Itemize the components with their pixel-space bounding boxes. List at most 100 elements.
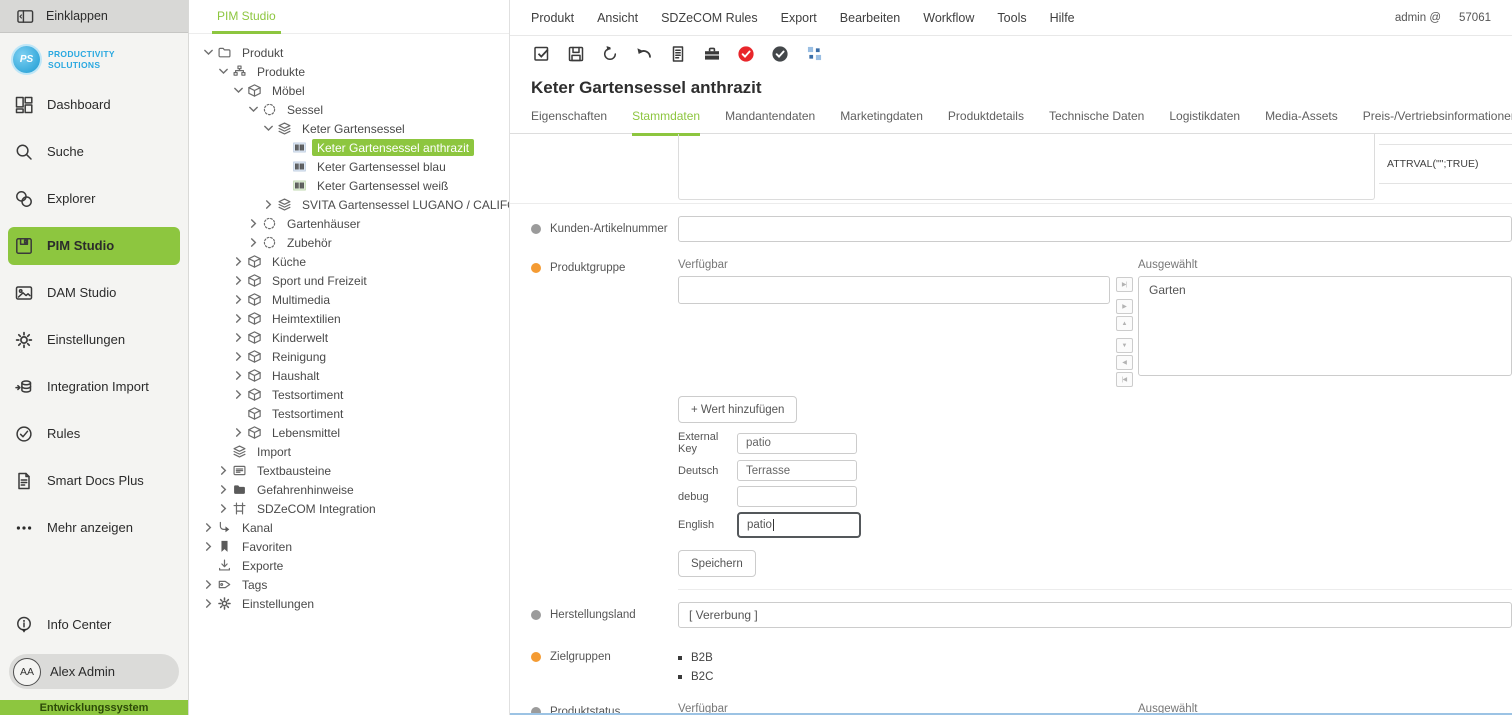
value-field-input[interactable]: patio	[737, 512, 861, 538]
transfer-button[interactable]: ▶|	[1116, 277, 1133, 292]
chevron-down-icon[interactable]	[232, 84, 247, 97]
formula-textarea[interactable]	[678, 134, 1375, 200]
value-field-input[interactable]: Terrasse	[737, 460, 857, 481]
tree-item[interactable]: Keter Gartensessel	[189, 119, 509, 138]
menu-item[interactable]: Hilfe	[1050, 11, 1075, 25]
sidebar-item[interactable]: Integration Import	[8, 368, 180, 406]
chevron-right-icon[interactable]	[202, 540, 217, 553]
chevron-right-icon[interactable]	[202, 597, 217, 610]
toolbar-button[interactable]	[734, 42, 758, 66]
tab[interactable]: Stammdaten	[632, 109, 700, 133]
tree-item[interactable]: Heimtextilien	[189, 309, 509, 328]
tree-item[interactable]: Favoriten	[189, 537, 509, 556]
tree-item[interactable]: Testsortiment	[189, 404, 509, 423]
menu-item[interactable]: Produkt	[531, 11, 574, 25]
list-option[interactable]: Garten	[1139, 277, 1511, 303]
tree-item[interactable]: Keter Gartensessel blau	[189, 157, 509, 176]
menu-item[interactable]: SDZeCOM Rules	[661, 11, 758, 25]
save-button[interactable]: Speichern	[678, 550, 756, 577]
kunden-artikelnummer-input[interactable]	[678, 216, 1512, 242]
sidebar-item[interactable]: Dashboard	[8, 86, 180, 124]
chevron-right-icon[interactable]	[202, 578, 217, 591]
menu-item[interactable]: Export	[781, 11, 817, 25]
chevron-right-icon[interactable]	[217, 502, 232, 515]
produktgruppe-selected-listbox[interactable]: Garten	[1138, 276, 1512, 376]
toolbar-button[interactable]	[768, 42, 792, 66]
sidebar-item[interactable]: Einstellungen	[8, 321, 180, 359]
tree-item[interactable]: Keter Gartensessel anthrazit	[189, 138, 509, 157]
chevron-right-icon[interactable]	[262, 198, 277, 211]
tree-item[interactable]: Zubehör	[189, 233, 509, 252]
sidebar-item[interactable]: PIM Studio	[8, 227, 180, 265]
collapse-sidebar-button[interactable]: Einklappen	[0, 0, 188, 33]
tree-item[interactable]: SDZeCOM Integration	[189, 499, 509, 518]
tree-item[interactable]: Lebensmittel	[189, 423, 509, 442]
tree-item[interactable]: Produkt	[189, 43, 509, 62]
tree-item[interactable]: Gartenhäuser	[189, 214, 509, 233]
sidebar-item[interactable]: Suche	[8, 133, 180, 171]
tree-item[interactable]: Testsortiment	[189, 385, 509, 404]
tree-item[interactable]: Sessel	[189, 100, 509, 119]
toolbar-button[interactable]	[802, 42, 826, 66]
chevron-down-icon[interactable]	[262, 122, 277, 135]
toolbar-button[interactable]	[530, 42, 554, 66]
chevron-right-icon[interactable]	[247, 236, 262, 249]
tree-item[interactable]: Haushalt	[189, 366, 509, 385]
tree-item[interactable]: Küche	[189, 252, 509, 271]
tree-item[interactable]: Import	[189, 442, 509, 461]
chevron-right-icon[interactable]	[232, 388, 247, 401]
chevron-right-icon[interactable]	[232, 274, 247, 287]
chevron-right-icon[interactable]	[217, 464, 232, 477]
toolbar-button[interactable]	[632, 42, 656, 66]
tree-item[interactable]: Sport und Freizeit	[189, 271, 509, 290]
sidebar-item[interactable]: DAM Studio	[8, 274, 180, 312]
chevron-right-icon[interactable]	[232, 350, 247, 363]
add-value-button[interactable]: + Wert hinzufügen	[678, 396, 797, 423]
tab[interactable]: Produktdetails	[948, 109, 1024, 133]
transfer-button[interactable]: ▲	[1116, 316, 1133, 331]
transfer-button[interactable]: ▼	[1116, 338, 1133, 353]
transfer-button[interactable]: ◀	[1116, 355, 1133, 370]
tab[interactable]: Eigenschaften	[531, 109, 607, 133]
toolbar-button[interactable]	[700, 42, 724, 66]
value-field-input[interactable]: patio	[737, 433, 857, 454]
tab[interactable]: Preis-/Vertriebsinformationen	[1363, 109, 1512, 133]
sidebar-item[interactable]: Smart Docs Plus	[8, 462, 180, 500]
chevron-right-icon[interactable]	[202, 521, 217, 534]
toolbar-button[interactable]	[666, 42, 690, 66]
sidebar-item[interactable]: Explorer	[8, 180, 180, 218]
menu-item[interactable]: Bearbeiten	[840, 11, 900, 25]
tree-item[interactable]: Produkte	[189, 62, 509, 81]
sidebar-item-info-center[interactable]: Info Center	[8, 606, 180, 644]
produktgruppe-available-listbox[interactable]	[678, 276, 1110, 304]
chevron-right-icon[interactable]	[232, 255, 247, 268]
user-menu[interactable]: AA Alex Admin	[9, 654, 179, 689]
tab[interactable]: Marketingdaten	[840, 109, 923, 133]
chevron-down-icon[interactable]	[217, 65, 232, 78]
tree-item[interactable]: Reinigung	[189, 347, 509, 366]
transfer-button[interactable]: |◀	[1116, 372, 1133, 387]
chevron-right-icon[interactable]	[232, 426, 247, 439]
toolbar-button[interactable]	[598, 42, 622, 66]
sidebar-item[interactable]: Rules	[8, 415, 180, 453]
tree-item[interactable]: Einstellungen	[189, 594, 509, 613]
transfer-button[interactable]: ▶	[1116, 299, 1133, 314]
value-field-input[interactable]	[737, 486, 857, 507]
tree-item[interactable]: Multimedia	[189, 290, 509, 309]
sidebar-item[interactable]: Mehr anzeigen	[8, 509, 180, 547]
tree-item[interactable]: Kanal	[189, 518, 509, 537]
chevron-right-icon[interactable]	[232, 293, 247, 306]
tree-item[interactable]: Keter Gartensessel weiß	[189, 176, 509, 195]
chevron-right-icon[interactable]	[232, 331, 247, 344]
chevron-right-icon[interactable]	[217, 483, 232, 496]
tree-item[interactable]: Exporte	[189, 556, 509, 575]
tree-tab-pim-studio[interactable]: PIM Studio	[212, 9, 281, 34]
chevron-down-icon[interactable]	[247, 103, 262, 116]
chevron-down-icon[interactable]	[202, 46, 217, 59]
tree-item[interactable]: Möbel	[189, 81, 509, 100]
menu-item[interactable]: Workflow	[923, 11, 974, 25]
menu-item[interactable]: Tools	[997, 11, 1026, 25]
tree-item[interactable]: Gefahrenhinweise	[189, 480, 509, 499]
tab[interactable]: Media-Assets	[1265, 109, 1338, 133]
tab[interactable]: Logistikdaten	[1169, 109, 1240, 133]
